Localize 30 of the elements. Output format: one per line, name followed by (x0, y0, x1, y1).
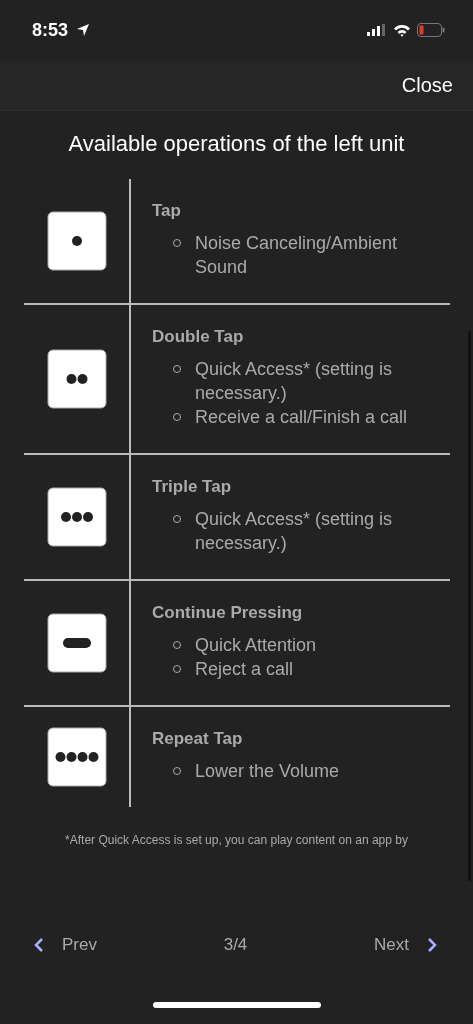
chevron-left-icon (34, 938, 44, 952)
status-time: 8:53 (32, 19, 69, 41)
operation-name: Triple Tap (152, 477, 233, 497)
operation-action: Lower the Volume (195, 760, 340, 783)
page-indicator: 3/4 (223, 935, 248, 955)
gesture-icon (46, 487, 107, 547)
operation-name: Repeat Tap (152, 729, 244, 749)
next-button[interactable]: Next (374, 935, 437, 955)
operation-action: Noise Canceling/Ambient Sound (195, 232, 399, 279)
operation-action: Quick Access* (setting is necessary.) (195, 358, 394, 405)
prev-button[interactable]: Prev (34, 935, 97, 955)
operation-action: Receive a call/Finish a call (195, 406, 408, 429)
page-title: Available operations of the left unit (67, 131, 406, 157)
footnote: *After Quick Access is set up, you can play content on an app by (64, 833, 409, 847)
signal-icon (367, 24, 387, 36)
battery-icon (417, 23, 445, 37)
operation-name: Tap (152, 201, 182, 221)
gesture-icon (46, 727, 107, 787)
gesture-icon (46, 613, 107, 673)
chevron-right-icon (427, 938, 437, 952)
gesture-icon (46, 211, 107, 271)
operation-action: Quick Attention (195, 634, 317, 657)
operation-action: Quick Access* (setting is necessary.) (195, 508, 394, 555)
wifi-icon (393, 23, 411, 37)
location-icon (76, 23, 91, 37)
close-button[interactable]: Close (401, 73, 453, 97)
operation-name: Double Tap (152, 327, 245, 347)
gesture-icon (46, 349, 107, 409)
operation-action: Reject a call (195, 658, 294, 681)
operation-name: Continue Pressing (152, 603, 304, 623)
